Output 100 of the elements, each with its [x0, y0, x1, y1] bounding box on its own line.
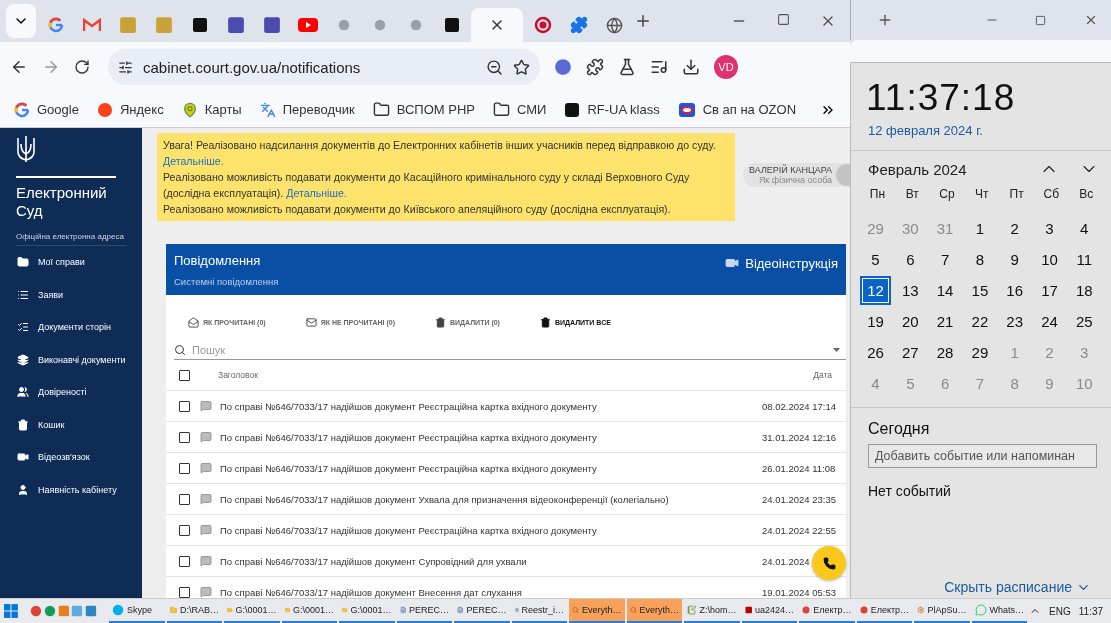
restore-icon[interactable]: [1035, 14, 1046, 26]
calendar-day[interactable]: 27: [894, 338, 926, 367]
bookmark[interactable]: Яндекс: [96, 101, 164, 118]
notification-title[interactable]: По справі №646/7033/17 надійшов документ Внесення дат слухання: [220, 586, 762, 598]
checkbox[interactable]: [179, 493, 190, 505]
taskbar-app[interactable]: D:\RAB…: [166, 599, 223, 623]
event-input[interactable]: Добавить событие или напоминан: [868, 444, 1097, 468]
calendar-day[interactable]: 13: [894, 276, 926, 305]
taskbar-app[interactable]: Skype: [109, 599, 165, 623]
notification-title[interactable]: По справі №646/7033/17 надійшов документ Реєстраційна картка вхідного документу: [220, 431, 762, 443]
new-tab-icon[interactable]: [877, 12, 893, 28]
calendar-day[interactable]: 12: [860, 276, 891, 305]
calendar-day[interactable]: 15: [964, 276, 996, 305]
notification-title[interactable]: По справі №646/7033/17 надійшов документ Реєстраційна картка вхідного документу: [220, 524, 762, 536]
close-icon[interactable]: [1084, 13, 1098, 27]
new-tab-icon[interactable]: [634, 12, 652, 30]
checkbox[interactable]: [179, 462, 190, 474]
bookmark[interactable]: RF-UA klass: [564, 101, 660, 118]
taskbar-app[interactable]: G:\0001…: [281, 599, 338, 623]
nav-item[interactable]: Відеозв'язок: [0, 441, 142, 474]
calendar-day[interactable]: 2: [999, 214, 1031, 243]
taskbar-app[interactable]: Everyth…: [569, 599, 625, 623]
calendar-day[interactable]: 24: [1034, 307, 1065, 336]
calendar-day[interactable]: 21: [929, 307, 961, 336]
calendar-day[interactable]: 14: [929, 276, 961, 305]
calendar-day[interactable]: 26: [860, 338, 891, 367]
nav-item[interactable]: Документи сторін: [0, 311, 142, 344]
checkbox[interactable]: [179, 369, 190, 381]
taskbar-app[interactable]: G:\0001…: [339, 599, 395, 623]
forward-icon[interactable]: [42, 58, 60, 76]
details-link[interactable]: Детальніше.: [163, 155, 224, 167]
calendar-day[interactable]: 22: [964, 307, 996, 336]
nav-item[interactable]: Довіреності: [0, 376, 142, 409]
calendar-day[interactable]: 20: [894, 307, 926, 336]
taskbar-app[interactable]: Z:\hom…: [684, 599, 740, 623]
user-chip[interactable]: ВАЛЕРІЙ КАНЦАРА Як фізична особа: [743, 163, 850, 187]
taskbar-app[interactable]: Reestr_i…: [511, 599, 568, 623]
nav-item[interactable]: Мої справи: [0, 246, 142, 279]
calendar-day[interactable]: 5: [860, 245, 891, 274]
nav-item[interactable]: Наявність кабінету: [0, 473, 142, 506]
start-icon[interactable]: [4, 604, 18, 618]
calendar-day[interactable]: 25: [1068, 307, 1100, 336]
bookmark[interactable]: Google: [14, 101, 79, 118]
details-link[interactable]: Детальніше.: [286, 187, 347, 199]
tab-list-button[interactable]: [6, 4, 36, 38]
taskbar-app[interactable]: PlApSu…: [914, 599, 970, 623]
taskbar-app[interactable]: Whats…: [971, 599, 1028, 623]
calendar-day[interactable]: 17: [1034, 276, 1065, 305]
flask-icon[interactable]: [618, 58, 636, 76]
calendar-day[interactable]: 4: [1068, 214, 1100, 243]
checkbox[interactable]: [179, 524, 190, 536]
checkbox[interactable]: [179, 555, 190, 567]
download-icon[interactable]: [682, 58, 700, 76]
calendar-day[interactable]: 3: [1034, 214, 1065, 243]
notification-title[interactable]: По справі №646/7033/17 надійшов документ Ухвала для призначення відеоконференції (колегіально): [220, 493, 762, 505]
calendar-day[interactable]: 10: [1034, 245, 1065, 274]
month-title[interactable]: Февраль 2024: [868, 160, 1019, 178]
notification-title[interactable]: По справі №646/7033/17 надійшов документ Реєстраційна картка вхідного документу: [220, 400, 762, 412]
bookmark[interactable]: Св ап на OZON: [677, 101, 797, 118]
reload-icon[interactable]: [74, 59, 90, 75]
calendar-day[interactable]: 18: [1068, 276, 1100, 305]
taskbar-app[interactable]: ua2424…: [741, 599, 798, 623]
profile-avatar[interactable]: VD: [714, 55, 738, 79]
notification-title[interactable]: По справі №646/7033/17 надійшов документ Реєстраційна картка вхідного документу: [220, 462, 762, 474]
taskbar-app[interactable]: PEREC…: [454, 599, 510, 623]
calendar-day[interactable]: 1: [964, 214, 996, 243]
language-indicator[interactable]: ENG: [1049, 605, 1071, 617]
calendar-day[interactable]: 9: [999, 245, 1031, 274]
address-bar[interactable]: cabinet.court.gov.ua/notifications: [108, 49, 540, 85]
calendar-day[interactable]: 29: [964, 338, 996, 367]
taskbar-app[interactable]: Everyth…: [626, 599, 683, 623]
calendar-day[interactable]: 8: [964, 245, 996, 274]
nav-item[interactable]: Заяви: [0, 278, 142, 311]
video-instruction-link[interactable]: Відеоінструкція: [725, 256, 838, 295]
bookmark[interactable]: ВСПОМ PHP: [372, 101, 475, 118]
notification-title[interactable]: По справі №646/7033/17 надійшов документ Супровідний для ухвали: [220, 555, 762, 567]
taskbar-app[interactable]: PEREC…: [396, 599, 453, 623]
media-icon[interactable]: [650, 58, 668, 76]
calendar-day[interactable]: 7: [929, 245, 961, 274]
taskbar-clock[interactable]: 11:37: [1078, 605, 1104, 617]
taskbar-app[interactable]: Електр…: [799, 599, 855, 623]
search-field[interactable]: Пошук: [192, 343, 827, 356]
taskbar-app[interactable]: G:\0001…: [224, 599, 280, 623]
calendar-day[interactable]: 23: [999, 307, 1031, 336]
checkbox[interactable]: [179, 400, 190, 412]
hide-schedule-link[interactable]: Скрыть расписание: [944, 576, 1111, 598]
calendar-day[interactable]: 11: [1068, 245, 1100, 274]
bookmark[interactable]: Карты: [181, 101, 242, 118]
calendar-day[interactable]: 16: [999, 276, 1031, 305]
taskbar-app[interactable]: Електр…: [856, 599, 913, 623]
puzzle-icon[interactable]: [586, 58, 604, 76]
bookmark[interactable]: Переводчик: [259, 101, 355, 118]
back-icon[interactable]: [10, 58, 28, 76]
checkbox[interactable]: [179, 586, 190, 598]
full-date[interactable]: 12 февраля 2024 г.: [851, 119, 1111, 138]
bookmark[interactable]: СМИ: [493, 101, 547, 118]
checkbox[interactable]: [179, 431, 190, 443]
calendar-day[interactable]: 6: [894, 245, 926, 274]
calendar-day[interactable]: 28: [929, 338, 961, 367]
nav-item[interactable]: Кошик: [0, 408, 142, 441]
